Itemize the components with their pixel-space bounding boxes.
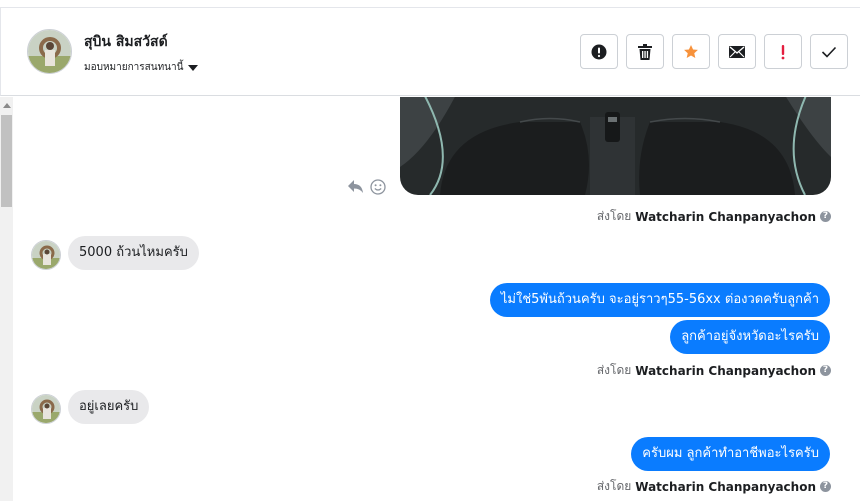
agent-name[interactable]: Watcharin Chanpanyachon (635, 480, 816, 494)
outgoing-message[interactable]: ลูกค้าอยู่จังหวัดอะไรครับ (670, 320, 830, 354)
sent-by-prefix: ส่งโดย (596, 363, 632, 377)
action-toolbar (580, 34, 848, 69)
mark-spam-button[interactable] (580, 34, 618, 69)
incoming-message[interactable]: 5000 ถ้วนไหมครับ (68, 236, 199, 270)
assign-label: มอบหมายการสนทนานี้ (84, 62, 184, 73)
help-icon[interactable]: ? (820, 481, 831, 492)
contact-avatar-small[interactable] (31, 240, 61, 270)
exclamation-icon (781, 44, 785, 59)
scroll-thumb[interactable] (1, 115, 12, 207)
reply-icon[interactable] (348, 180, 364, 194)
assign-conversation-dropdown[interactable]: มอบหมายการสนทนานี้ (84, 60, 199, 75)
outgoing-message[interactable]: ครับผม ลูกค้าทำอาชีพอะไรครับ (631, 437, 830, 471)
sent-by-label: ส่งโดย Watcharin Chanpanyachon ? (597, 361, 831, 380)
mark-done-button[interactable] (810, 34, 848, 69)
thread-scrollbar[interactable] (0, 97, 13, 501)
help-icon[interactable]: ? (820, 211, 831, 222)
message-tools (348, 179, 386, 195)
sent-by-prefix: ส่งโดย (596, 479, 632, 493)
alert-circle-icon (591, 44, 607, 59)
outgoing-message[interactable]: ไม่ใช่5พันถ้วนครับ จะอยู่ราวๆ55-56xx ต่อ… (489, 283, 830, 317)
contact-avatar[interactable] (27, 29, 72, 74)
emoji-reaction-icon[interactable] (370, 179, 386, 195)
help-icon[interactable]: ? (820, 365, 831, 376)
conversation-header: สุบิน สิมสวัสด์ มอบหมายการสนทนานี้ (0, 8, 860, 96)
sent-by-label: ส่งโดย Watcharin Chanpanyachon ? (597, 207, 831, 226)
scroll-up-arrow-icon[interactable] (3, 103, 11, 108)
star-button[interactable] (672, 34, 710, 69)
star-icon (684, 44, 698, 58)
mark-unread-button[interactable] (718, 34, 756, 69)
message-thread: ส่งโดย Watcharin Chanpanyachon ? 5000 ถ้… (13, 97, 860, 501)
follow-up-button[interactable] (764, 34, 802, 69)
contact-avatar-small[interactable] (31, 394, 61, 424)
delete-button[interactable] (626, 34, 664, 69)
caret-down-icon (188, 64, 199, 71)
shared-photo-car-interior[interactable] (400, 97, 831, 195)
sent-by-label: ส่งโดย Watcharin Chanpanyachon ? (597, 477, 831, 496)
top-strip (0, 0, 860, 8)
sent-by-prefix: ส่งโดย (596, 209, 632, 223)
envelope-icon (729, 45, 745, 58)
trash-icon (638, 43, 652, 60)
agent-name[interactable]: Watcharin Chanpanyachon (635, 364, 816, 378)
agent-name[interactable]: Watcharin Chanpanyachon (635, 210, 816, 224)
incoming-message[interactable]: อยู่เลยครับ (68, 390, 150, 424)
contact-name: สุบิน สิมสวัสด์ (84, 34, 168, 50)
check-icon (821, 46, 837, 58)
